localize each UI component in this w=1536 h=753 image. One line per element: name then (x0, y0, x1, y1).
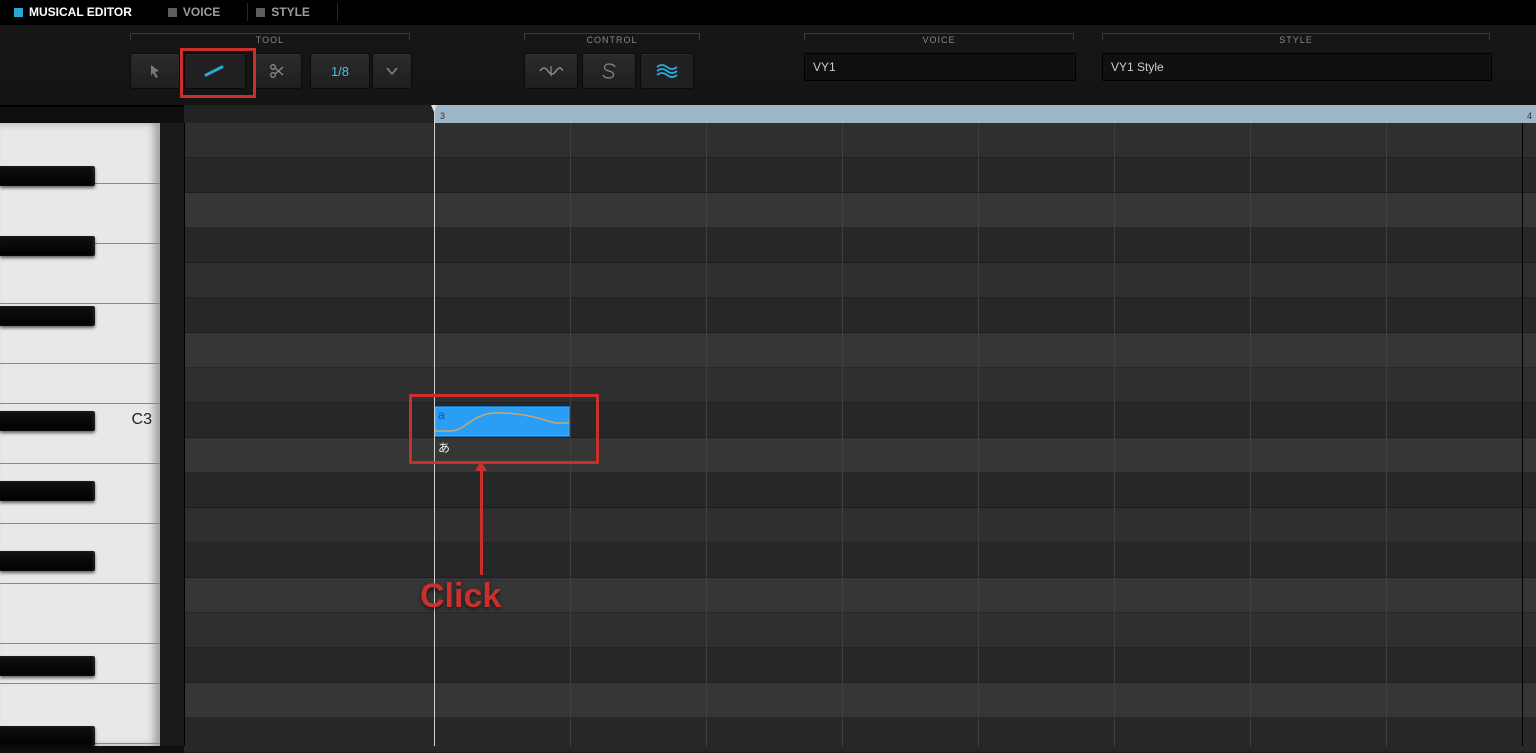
voice-selector[interactable]: VY1 (804, 53, 1076, 81)
pitch-curve-button[interactable] (524, 53, 578, 89)
bar-number: 4 (1527, 111, 1532, 121)
tabs-bar: MUSICAL EDITOR VOICE STYLE (0, 0, 1536, 25)
quantize-value-button[interactable]: 1/8 (310, 53, 370, 89)
black-key[interactable] (0, 551, 95, 571)
tab-musical-editor[interactable]: MUSICAL EDITOR (6, 1, 160, 23)
quantize-value: 1/8 (331, 64, 349, 79)
tab-label: VOICE (183, 5, 220, 19)
style-name: VY1 Style (1111, 60, 1164, 74)
tab-label: MUSICAL EDITOR (29, 5, 132, 19)
group-label-control: CONTROL (524, 35, 700, 45)
tab-voice[interactable]: VOICE (160, 1, 248, 23)
chevron-down-icon (386, 66, 398, 76)
group-label-tool: TOOL (130, 35, 410, 45)
tab-style[interactable]: STYLE (248, 1, 338, 23)
group-label-voice: VOICE (804, 35, 1074, 45)
inactive-tab-icon (256, 8, 265, 17)
tab-label: STYLE (271, 5, 310, 19)
black-key[interactable] (0, 656, 95, 676)
timeline-ruler[interactable]: 3 4 (184, 105, 1536, 123)
editor-area: 3 4 a あ (0, 105, 1536, 746)
black-key[interactable] (0, 481, 95, 501)
black-key[interactable] (0, 306, 95, 326)
dynamics-button[interactable] (582, 53, 636, 89)
scissors-icon (269, 63, 285, 79)
vibrato-icon (656, 64, 678, 78)
black-key[interactable] (0, 411, 95, 431)
toolbar: TOOL 1/8 CONTROL VOICE V (0, 25, 1536, 107)
voice-name: VY1 (813, 60, 836, 74)
black-key[interactable] (0, 236, 95, 256)
key-label-c3: C3 (132, 411, 152, 429)
quantize-dropdown-button[interactable] (372, 53, 412, 89)
vibrato-button[interactable] (640, 53, 694, 89)
pencil-tool-button[interactable] (184, 53, 246, 89)
group-label-style: STYLE (1102, 35, 1490, 45)
arrow-tool-button[interactable] (130, 53, 180, 89)
pencil-icon (204, 65, 226, 77)
arrow-icon (147, 63, 163, 79)
inactive-tab-icon (168, 8, 177, 17)
dynamics-icon (600, 63, 618, 79)
piano-roll-grid[interactable]: a あ (184, 123, 1536, 746)
piano-keyboard[interactable]: C3 (0, 123, 160, 746)
black-key[interactable] (0, 166, 95, 186)
gutter (160, 123, 184, 746)
style-selector[interactable]: VY1 Style (1102, 53, 1492, 81)
pitch-curve-icon (539, 64, 563, 78)
scissors-tool-button[interactable] (252, 53, 302, 89)
note-event[interactable]: a (434, 406, 570, 437)
black-key[interactable] (0, 726, 95, 746)
ruler-region (434, 105, 1536, 123)
annotation-arrow (480, 465, 483, 575)
pitch-envelope (435, 407, 569, 436)
active-tab-icon (14, 8, 23, 17)
bar-number: 3 (440, 111, 445, 121)
note-lyric: あ (438, 439, 450, 456)
annotation-label: Click (420, 577, 501, 616)
